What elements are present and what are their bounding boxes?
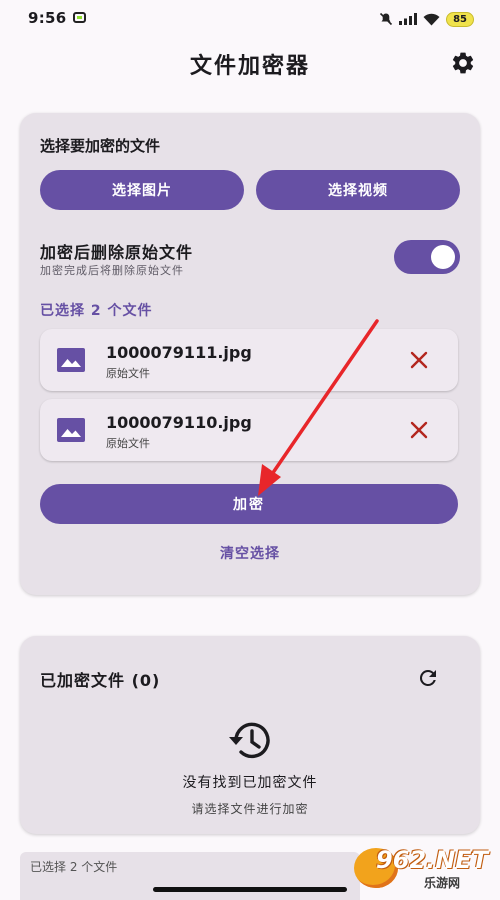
status-bar: 9:56 85 xyxy=(0,0,500,36)
image-icon xyxy=(57,418,85,442)
encrypted-files-title: 已加密文件 (0) xyxy=(40,671,161,690)
status-icons: 85 xyxy=(379,10,474,28)
battery-indicator: 85 xyxy=(446,11,474,27)
signal-icon xyxy=(399,13,418,25)
status-time: 9:56 xyxy=(28,9,67,27)
selected-count-label: 已选择 2 个文件 xyxy=(40,303,153,319)
delete-original-label: 加密后删除原始文件 xyxy=(40,243,194,262)
remove-file-close-icon[interactable] xyxy=(408,349,430,371)
page-title: 文件加密器 xyxy=(189,54,310,79)
empty-state-title: 没有找到已加密文件 xyxy=(182,775,318,791)
watermark-subtext: 乐游网 xyxy=(424,876,461,890)
remove-file-close-icon[interactable] xyxy=(408,419,430,441)
image-icon xyxy=(57,348,85,372)
file-type-label: 原始文件 xyxy=(106,437,150,450)
delete-original-toggle[interactable] xyxy=(394,240,460,274)
next-card-peek: 已选择 2 个文件 xyxy=(20,852,360,900)
select-images-button[interactable]: 选择图片 xyxy=(40,170,244,210)
select-files-card: 选择要加密的文件 选择图片 选择视频 加密后删除原始文件 加密完成后将删除原始文… xyxy=(20,113,480,595)
delete-original-description: 加密完成后将删除原始文件 xyxy=(40,264,184,277)
gear-icon[interactable] xyxy=(450,50,476,76)
next-card-peek-text: 已选择 2 个文件 xyxy=(30,860,118,874)
history-icon xyxy=(229,722,270,759)
file-list-item: 1000079111.jpg 原始文件 xyxy=(40,329,458,391)
watermark-text: 962.NET xyxy=(376,846,489,874)
encrypt-button[interactable]: 加密 xyxy=(40,484,458,524)
wifi-icon xyxy=(423,13,440,25)
file-name: 1000079111.jpg xyxy=(106,343,252,362)
refresh-icon[interactable] xyxy=(416,666,440,690)
mute-icon xyxy=(380,12,393,26)
toggle-knob xyxy=(431,245,455,269)
encrypted-files-card: 已加密文件 (0) 没有找到已加密文件 请选择文件进行加密 xyxy=(20,636,480,834)
notification-app-icon xyxy=(73,12,86,23)
select-files-title: 选择要加密的文件 xyxy=(40,137,161,155)
empty-state-subtitle: 请选择文件进行加密 xyxy=(191,802,309,816)
file-name: 1000079110.jpg xyxy=(106,413,252,432)
clear-selection-button[interactable]: 清空选择 xyxy=(20,543,480,563)
select-videos-button[interactable]: 选择视频 xyxy=(256,170,460,210)
file-type-label: 原始文件 xyxy=(106,367,150,380)
home-indicator[interactable] xyxy=(153,887,347,892)
file-list-item: 1000079110.jpg 原始文件 xyxy=(40,399,458,461)
watermark-logo: 962.NET 乐游网 xyxy=(354,846,494,892)
